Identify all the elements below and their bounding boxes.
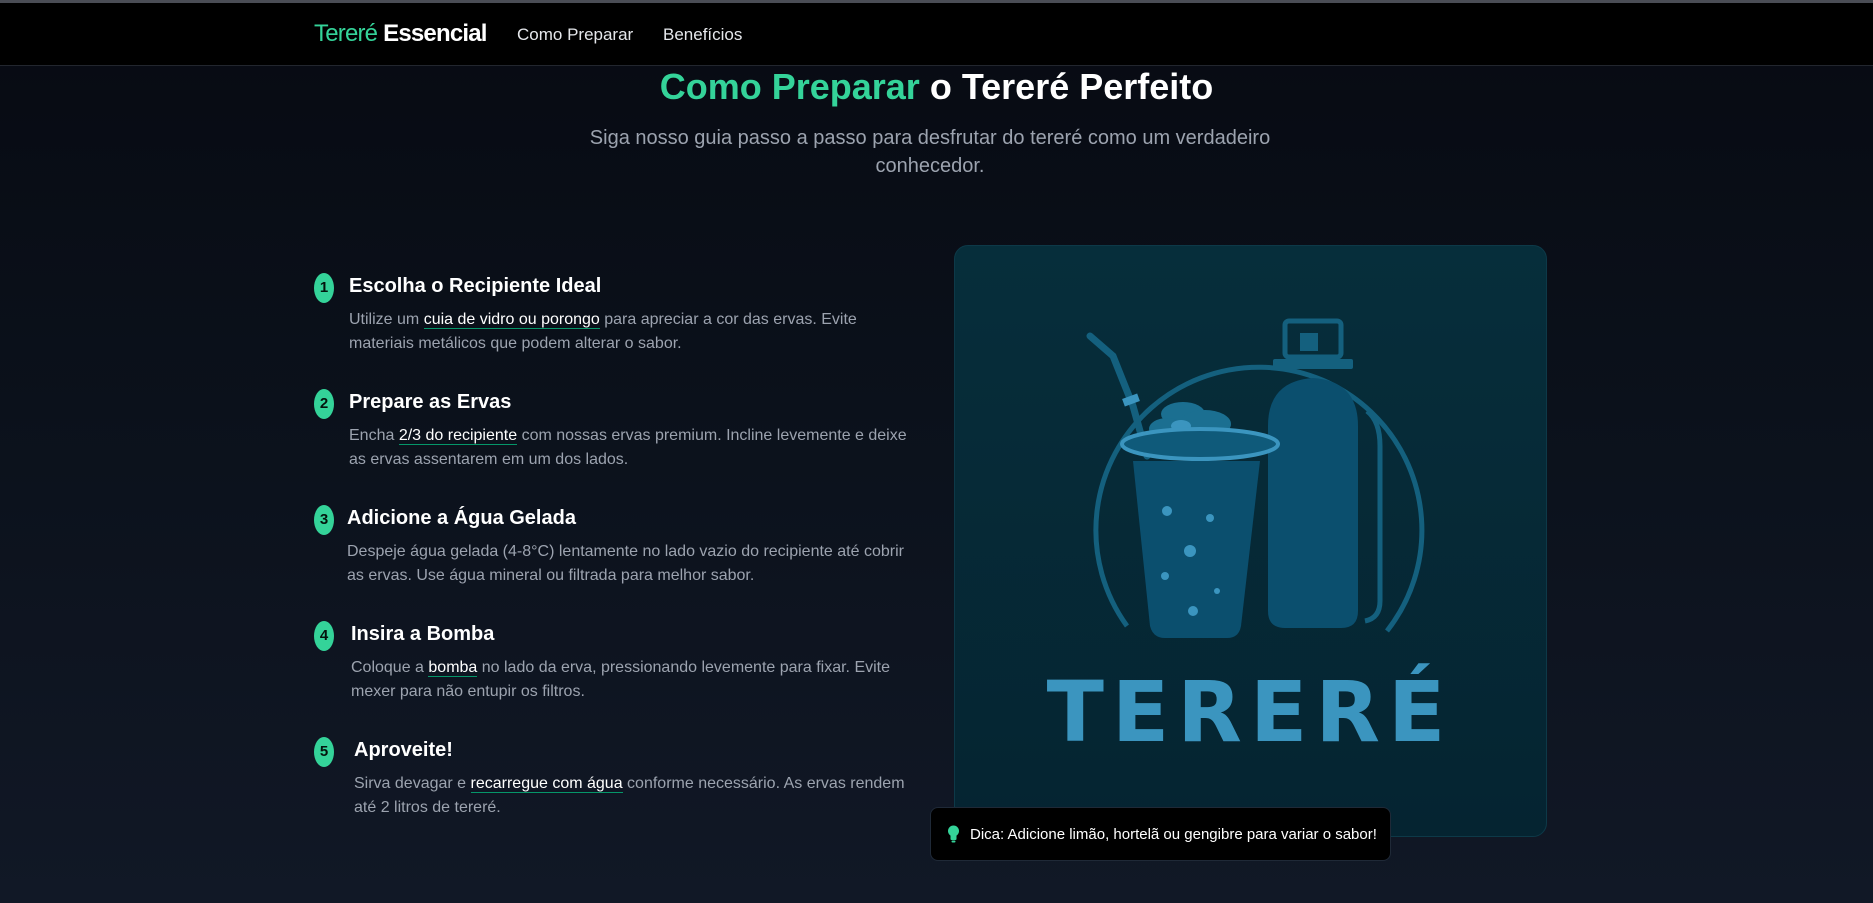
navbar: Tereré Essencial Como Preparar Benefício… bbox=[0, 3, 1873, 66]
step-description: Sirva devagar e recarregue com água conf… bbox=[354, 775, 905, 816]
page-title-accent: Como Preparar bbox=[659, 66, 920, 107]
step-highlight: bomba bbox=[428, 659, 478, 677]
step-highlight: cuia de vidro ou porongo bbox=[423, 311, 600, 329]
step-description: Coloque a bomba no lado da erva, pressio… bbox=[351, 659, 891, 700]
step-number-badge: 3 bbox=[314, 505, 334, 535]
lightbulb-icon bbox=[948, 825, 959, 843]
step-number-badge: 2 bbox=[314, 389, 334, 419]
page-subtitle: Siga nosso guia passo a passo para desfr… bbox=[589, 127, 1271, 177]
step-description: Despeje água gelada (4-8°C) lentamente n… bbox=[347, 543, 904, 584]
step-description: Encha 2/3 do recipiente com nossas ervas… bbox=[349, 427, 907, 468]
step-highlight: 2/3 do recipiente bbox=[398, 427, 518, 445]
step-title: Insira a Bomba bbox=[351, 623, 495, 645]
step-title: Adicione a Água Gelada bbox=[347, 507, 576, 529]
step-title: Escolha o Recipiente Ideal bbox=[349, 275, 602, 297]
brand-part-main: Essencial bbox=[383, 20, 487, 47]
step-number-badge: 4 bbox=[314, 621, 334, 651]
page-title-rest: o Tereré Perfeito bbox=[929, 66, 1214, 107]
step-number-badge: 1 bbox=[314, 273, 334, 303]
step-title: Aproveite! bbox=[354, 739, 453, 761]
step-number-badge: 5 bbox=[314, 737, 334, 767]
illustration-logo-text: TERERÉ bbox=[1047, 663, 1454, 761]
terere-illustration-card: TERERÉ bbox=[954, 245, 1547, 837]
step-description: Utilize um cuia de vidro ou porongo para… bbox=[349, 311, 857, 352]
terere-illustration: TERERÉ bbox=[1047, 318, 1454, 761]
brand-part-accent: Tereré bbox=[314, 20, 378, 47]
tip-box: Dica: Adicione limão, hortelã ou gengibr… bbox=[930, 807, 1391, 861]
brand-logo[interactable]: Tereré Essencial bbox=[314, 20, 487, 48]
nav-link-como-preparar[interactable]: Como Preparar bbox=[517, 25, 633, 45]
tip-text: Dica: Adicione limão, hortelã ou gengibr… bbox=[970, 825, 1377, 843]
cup-icon bbox=[1120, 402, 1280, 638]
step-highlight: recarregue com água bbox=[470, 775, 623, 793]
step-title: Prepare as Ervas bbox=[349, 391, 512, 413]
thermos-icon bbox=[1268, 318, 1383, 628]
nav-link-beneficios[interactable]: Benefícios bbox=[663, 25, 742, 45]
page-title: Como Preparar o Tereré Perfeito bbox=[0, 66, 1873, 108]
